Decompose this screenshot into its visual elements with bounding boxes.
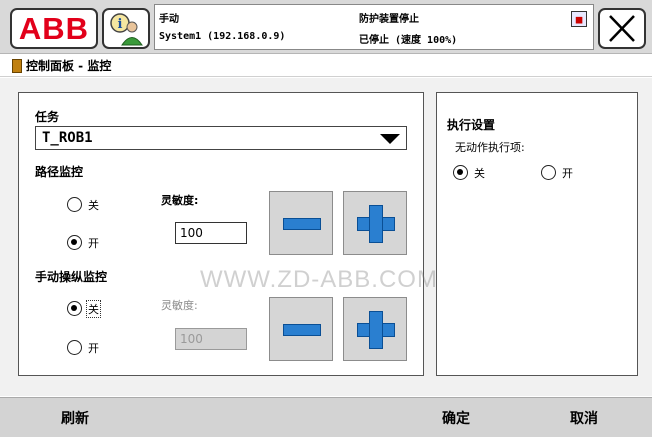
run-status-text: 已停止 (速度 100%)	[359, 35, 458, 46]
path-supervision-on-label: 开	[88, 237, 99, 250]
page-title-row: 控制面板 - 监控	[0, 55, 652, 77]
abb-logo-icon: ABB	[18, 10, 90, 46]
quickset-button[interactable]: i	[102, 8, 150, 49]
execution-settings-heading: 执行设置	[447, 118, 496, 132]
supervision-panel: 任务 T_ROB1 路径监控 关 开 灵敏度: 100 手动操纵监控 关 开 灵…	[18, 92, 424, 376]
status-panel[interactable]: 手动 System1 (192.168.0.9) 防护装置停止 已停止 (速度 …	[154, 4, 594, 50]
close-button[interactable]	[598, 8, 646, 49]
no-motion-on-label: 开	[562, 167, 573, 180]
top-bar: ABB i 手动 System1 (192.168.0.9) 防护装置停止 已停…	[0, 0, 652, 54]
abb-menu-button[interactable]: ABB	[10, 8, 98, 49]
page-title: 控制面板 - 监控	[26, 59, 112, 73]
jog-sensitivity-minus-button[interactable]	[269, 297, 333, 361]
jog-supervision-off-label: 关	[86, 300, 101, 318]
task-select[interactable]: T_ROB1	[35, 126, 407, 150]
no-motion-off-label: 关	[474, 167, 485, 180]
quickset-person-icon: i	[110, 13, 143, 46]
path-supervision-off-radio[interactable]	[67, 197, 82, 212]
jog-supervision-on-label: 开	[88, 342, 99, 355]
no-motion-off-radio[interactable]	[453, 165, 468, 180]
mode-text: 手动	[159, 14, 179, 25]
path-sensitivity-label: 灵敏度:	[161, 194, 199, 207]
content-area: 任务 T_ROB1 路径监控 关 开 灵敏度: 100 手动操纵监控 关 开 灵…	[0, 78, 652, 396]
minus-icon	[283, 324, 321, 336]
close-x-icon	[609, 15, 635, 42]
jog-sensitivity-input: 100	[175, 328, 247, 350]
jog-sensitivity-plus-button[interactable]	[343, 297, 407, 361]
path-sensitivity-input[interactable]: 100	[175, 222, 247, 244]
system-text: System1 (192.168.0.9)	[159, 31, 286, 42]
ok-button[interactable]: 确定	[404, 398, 508, 437]
control-panel-icon	[12, 58, 22, 73]
execution-settings-panel: 执行设置 无动作执行项: 关 开	[436, 92, 638, 376]
cancel-button[interactable]: 取消	[530, 398, 638, 437]
path-sensitivity-minus-button[interactable]	[269, 191, 333, 255]
jog-supervision-off-radio[interactable]	[67, 301, 82, 316]
refresh-button[interactable]: 刷新	[0, 398, 150, 437]
safety-status-text: 防护装置停止	[359, 14, 419, 25]
dropdown-arrow-icon	[380, 134, 400, 144]
svg-text:i: i	[118, 17, 123, 32]
task-select-value: T_ROB1	[42, 130, 93, 146]
jog-supervision-heading: 手动操纵监控	[35, 270, 108, 284]
jog-sensitivity-label: 灵敏度:	[161, 299, 198, 312]
no-motion-execution-label: 无动作执行项:	[455, 141, 525, 154]
minus-icon	[283, 218, 321, 230]
jog-supervision-on-radio[interactable]	[67, 340, 82, 355]
event-log-icon[interactable]: ■	[571, 11, 587, 27]
path-supervision-off-label: 关	[88, 199, 99, 212]
no-motion-on-radio[interactable]	[541, 165, 556, 180]
bottom-bar: 刷新 确定 取消	[0, 397, 652, 437]
path-supervision-on-radio[interactable]	[67, 235, 82, 250]
path-sensitivity-plus-button[interactable]	[343, 191, 407, 255]
task-label: 任务	[35, 110, 60, 124]
path-supervision-heading: 路径监控	[35, 165, 84, 179]
